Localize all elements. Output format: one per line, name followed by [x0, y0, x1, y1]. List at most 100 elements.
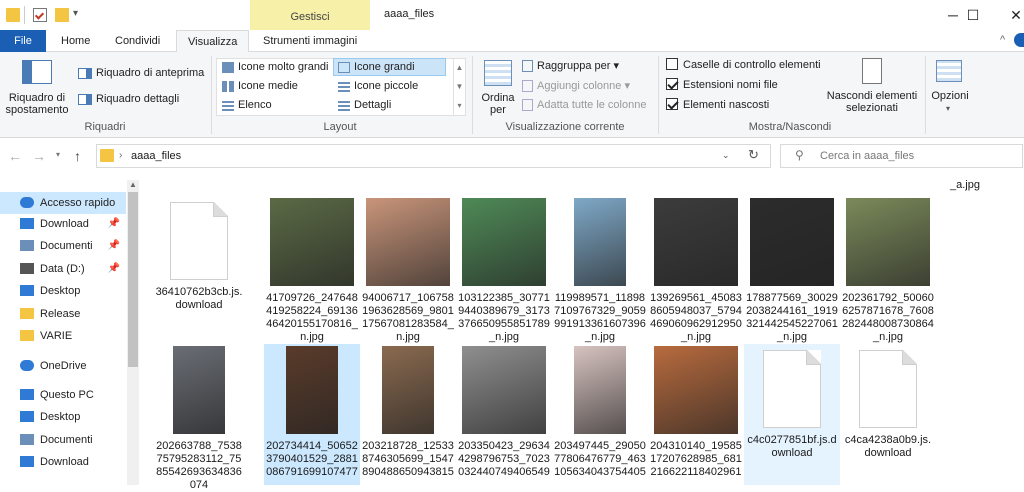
file-item[interactable]: c4c0277851bf.js.download: [744, 344, 840, 485]
folder-icon: [20, 307, 34, 319]
file-extensions-toggle[interactable]: Estensioni nomi file: [666, 78, 778, 91]
file-item[interactable]: 139269561_450838605948037_57944690609629…: [648, 196, 744, 346]
sidebar-item[interactable]: Documenti: [0, 429, 126, 451]
layout-details[interactable]: Dettagli: [338, 99, 391, 111]
image-thumbnail: [750, 198, 834, 286]
up-arrow-icon[interactable]: ↑: [74, 148, 81, 164]
sidebar-item-label: Desktop: [40, 285, 81, 297]
file-item[interactable]: 203497445_2905077806476779_4631056340437…: [552, 344, 648, 485]
group-by-button[interactable]: Raggruppa per ▾: [522, 59, 619, 73]
file-item[interactable]: 36410762b3cb.js.download: [153, 196, 245, 346]
layout-list[interactable]: Elenco: [222, 99, 272, 111]
options-button[interactable]: Opzioni: [928, 90, 972, 102]
tab-strumenti-immagini[interactable]: Strumenti immagini: [252, 30, 368, 52]
fit-columns-button[interactable]: Adatta tutte le colonne: [522, 99, 647, 112]
item-checkboxes-toggle[interactable]: Caselle di controllo elementi: [666, 58, 821, 71]
layout-label: Dettagli: [354, 99, 392, 111]
sidebar-item[interactable]: VARIE: [0, 325, 126, 347]
file-item[interactable]: 202734414_506523790401529_28810867916991…: [264, 344, 360, 485]
breadcrumb-current[interactable]: aaaa_files: [131, 150, 181, 162]
file-item[interactable]: 203350423_296344298796753_70230324407494…: [456, 344, 552, 485]
tab-file[interactable]: File: [0, 30, 46, 52]
layout-medium-icons[interactable]: Icone medie: [222, 80, 298, 92]
address-bar[interactable]: [96, 144, 771, 168]
fit-columns-icon: [522, 99, 533, 112]
sidebar-item[interactable]: Accesso rapido: [0, 192, 126, 214]
layout-extra-large-icons[interactable]: Icone molto grandi: [222, 61, 329, 73]
checkbox-icon: [666, 78, 678, 91]
recent-locations-icon[interactable]: ▾: [56, 150, 60, 159]
file-item[interactable]: c4ca4238a0b9.js.download: [840, 344, 936, 485]
sidebar-item-label: Release: [40, 308, 81, 320]
file-item[interactable]: 103122385_307719440389679_31733766509558…: [456, 196, 552, 346]
sidebar-item[interactable]: OneDrive: [0, 355, 126, 377]
add-columns-button[interactable]: Aggiungi colonne ▾: [522, 79, 630, 93]
help-icon[interactable]: [1014, 33, 1024, 47]
file-name-label: 204310140_1958517207628985_6812166221184…: [650, 440, 742, 478]
checkbox-label: Caselle di controllo elementi: [683, 59, 821, 71]
sidebar-item[interactable]: Questo PC: [0, 384, 126, 406]
refresh-icon[interactable]: ↻: [748, 147, 759, 163]
layout-large-icons[interactable]: Icone grandi: [338, 61, 415, 73]
document-icon: [20, 433, 34, 445]
image-thumbnail: [270, 198, 354, 286]
sort-by-button[interactable]: Ordina per: [478, 92, 518, 116]
close-button[interactable]: ✕: [993, 0, 1024, 30]
details-pane-button[interactable]: Riquadro dettagli: [78, 93, 179, 105]
tab-condividi[interactable]: Condividi: [104, 30, 171, 52]
file-item[interactable]: 94006717_1067581963628569_98011756708128…: [360, 196, 456, 346]
search-input[interactable]: Cerca in aaaa_files: [820, 150, 914, 162]
tab-home[interactable]: Home: [50, 30, 101, 52]
navigation-pane-button[interactable]: Riquadro di spostamento: [4, 92, 70, 116]
pin-icon: 📌: [107, 218, 120, 229]
layout-scroll-icon[interactable]: ▲ ▼ ▾: [453, 58, 465, 116]
layout-small-icons[interactable]: Icone piccole: [338, 80, 418, 92]
address-dropdown-icon[interactable]: ⌄: [722, 150, 730, 161]
options-dropdown-icon[interactable]: ▾: [946, 104, 950, 113]
partial-item-label[interactable]: _a.jpg: [925, 179, 1005, 191]
nav-scrollbar-thumb[interactable]: [128, 192, 138, 367]
layout-label: Icone molto grandi: [238, 61, 329, 73]
pin-icon: 📌: [107, 263, 120, 274]
title-bar: [0, 0, 1024, 30]
file-item[interactable]: 203218728_125338746305699_15478904886509…: [360, 344, 456, 485]
scroll-up-icon[interactable]: ▲: [129, 180, 137, 189]
file-name-label: 202734414_506523790401529_28810867916991…: [266, 440, 358, 478]
back-arrow-icon[interactable]: ←: [8, 148, 22, 164]
sidebar-item-label: Data (D:): [40, 263, 85, 275]
file-item[interactable]: 204310140_1958517207628985_6812166221184…: [648, 344, 744, 485]
fit-columns-label: Adatta tutte le colonne: [537, 99, 647, 111]
divider: [24, 6, 25, 24]
file-item[interactable]: 41709726_247648419258224_691364642015517…: [264, 196, 360, 346]
sidebar-item[interactable]: Release: [0, 303, 126, 325]
file-item[interactable]: 119989571_118987109767329_90599919133616…: [552, 196, 648, 346]
file-item[interactable]: 202361792_500606257871678_76082824480087…: [840, 196, 936, 346]
preview-pane-label: Riquadro di anteprima: [96, 67, 205, 79]
file-item[interactable]: 202663788_753875795283112_75855426936348…: [153, 344, 245, 491]
options-icon: [936, 60, 962, 82]
breadcrumb-separator-icon: ›: [119, 150, 123, 161]
preview-pane-button[interactable]: Riquadro di anteprima: [78, 67, 204, 79]
maximize-button[interactable]: ☐: [950, 0, 996, 30]
group-label-layout: Layout: [323, 121, 357, 133]
sidebar-item[interactable]: Download 📌: [0, 213, 126, 235]
sidebar-item[interactable]: Data (D:) 📌: [0, 258, 126, 280]
cloud-icon: [20, 359, 34, 371]
customize-toolbar-icon[interactable]: ▾: [73, 8, 78, 19]
navigation-pane-icon[interactable]: [22, 60, 52, 84]
sidebar-item[interactable]: Desktop: [0, 280, 126, 302]
properties-icon[interactable]: [33, 8, 47, 22]
new-folder-icon[interactable]: [55, 8, 69, 22]
collapse-ribbon-icon[interactable]: ^: [1000, 34, 1005, 46]
sidebar-item-label: Desktop: [40, 411, 81, 423]
sidebar-item[interactable]: Documenti 📌: [0, 235, 126, 257]
forward-arrow-icon[interactable]: →: [32, 148, 46, 164]
sidebar-item[interactable]: Desktop: [0, 406, 126, 428]
sidebar-item[interactable]: Download: [0, 451, 126, 473]
divider: [658, 56, 659, 134]
hidden-items-toggle[interactable]: Elementi nascosti: [666, 98, 769, 111]
tab-visualizza[interactable]: Visualizza: [176, 30, 250, 53]
image-thumbnail: [574, 346, 626, 434]
hide-selected-button[interactable]: Nascondi elementi selezionati: [824, 90, 920, 114]
file-item[interactable]: 178877569_300292038244161_19193214425452…: [744, 196, 840, 346]
